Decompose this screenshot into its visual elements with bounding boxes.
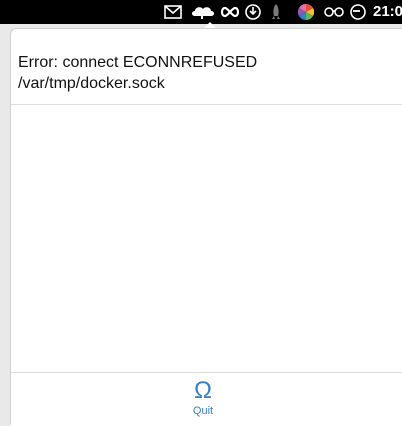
footer-bar: Ω Quit (11, 372, 402, 426)
omega-icon: Ω (194, 377, 212, 404)
app-popover: Error: connect ECONNREFUSED /var/tmp/doc… (10, 28, 402, 426)
rocket-icon[interactable] (268, 0, 284, 24)
mail-icon[interactable] (162, 0, 184, 24)
error-message-box: Error: connect ECONNREFUSED /var/tmp/doc… (11, 29, 402, 105)
glasses-icon[interactable] (323, 0, 345, 24)
quit-label: Quit (192, 405, 214, 417)
error-message: Error: connect ECONNREFUSED /var/tmp/doc… (18, 52, 394, 94)
download-icon[interactable] (243, 0, 263, 24)
quit-button[interactable]: Ω Quit (183, 377, 223, 421)
menu-bar-clock[interactable]: 21:0 (373, 0, 402, 24)
error-line-1: Error: connect ECONNREFUSED (18, 54, 258, 71)
cloud-sync-icon[interactable] (190, 0, 216, 24)
time-machine-icon[interactable] (348, 0, 368, 24)
color-wheel-icon[interactable] (295, 0, 317, 24)
error-line-2: /var/tmp/docker.sock (18, 75, 165, 92)
infinity-icon[interactable] (219, 0, 241, 24)
menu-bar: 21:0 (0, 0, 402, 24)
